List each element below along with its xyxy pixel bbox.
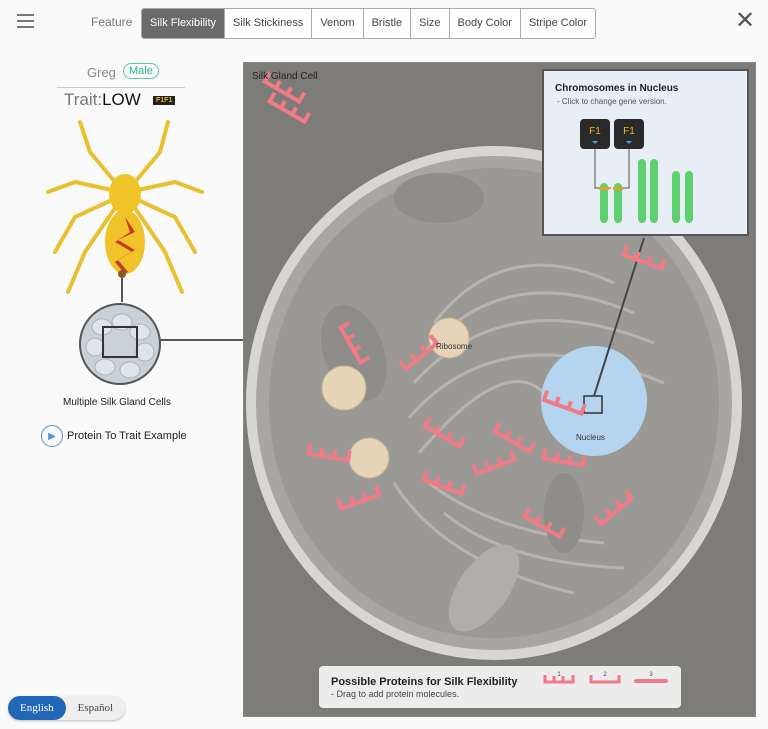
tab-size[interactable]: Size <box>411 9 450 38</box>
protein-option-3[interactable]: 3 <box>633 672 669 702</box>
chromosomes-graphic <box>594 149 693 223</box>
tab-silk-stickiness[interactable]: Silk Stickiness <box>225 9 313 38</box>
chromosomes-panel: Chromosomes in Nucleus - Click to change… <box>542 69 749 236</box>
cell-panel: Silk Gland Cell Ribosome Nucleus Chromos… <box>243 62 756 717</box>
connector-line <box>205 339 243 341</box>
play-icon: ▶ <box>41 425 63 447</box>
cells-label: Multiple Silk Gland Cells <box>63 397 171 408</box>
tab-silk-flexibility[interactable]: Silk Flexibility <box>142 9 226 38</box>
cell-title: Silk Gland Cell <box>252 71 318 82</box>
trait-value: LOW <box>102 90 141 109</box>
tab-venom[interactable]: Venom <box>312 9 364 38</box>
genotype-badge: F1F1 <box>153 96 176 105</box>
nucleus-label: Nucleus <box>576 433 605 442</box>
example-link-label: Protein To Trait Example <box>67 430 187 442</box>
trait-label: Trait: <box>64 90 103 109</box>
protein-to-trait-link[interactable]: ▶ Protein To Trait Example <box>41 425 187 447</box>
spanish-button[interactable]: Español <box>66 696 125 720</box>
divider <box>57 87 185 88</box>
tab-bristle[interactable]: Bristle <box>364 9 412 38</box>
feature-label: Feature <box>91 15 133 29</box>
trait-display: Trait:LOW <box>64 90 141 110</box>
proteins-hint: - Drag to add protein molecules. <box>331 689 460 699</box>
proteins-palette: Possible Proteins for Silk Flexibility -… <box>319 666 681 708</box>
protein-option-2[interactable]: 2 <box>587 672 623 702</box>
menu-icon[interactable] <box>17 14 34 32</box>
tab-body-color[interactable]: Body Color <box>450 9 521 38</box>
sex-badge: Male <box>123 63 159 79</box>
protein-option-1[interactable]: 1 <box>541 672 577 702</box>
proteins-title: Possible Proteins for Silk Flexibility <box>331 676 518 688</box>
english-button[interactable]: English <box>8 696 66 720</box>
ribosome-label: Ribosome <box>436 342 473 351</box>
feature-tabs: Silk Flexibility Silk Stickiness Venom B… <box>141 8 597 39</box>
spider-image <box>46 120 210 385</box>
tab-stripe-color[interactable]: Stripe Color <box>521 9 595 38</box>
close-icon[interactable]: ✕ <box>735 6 755 35</box>
organism-name: Greg <box>87 65 116 80</box>
language-toggle: English Español <box>8 696 126 720</box>
